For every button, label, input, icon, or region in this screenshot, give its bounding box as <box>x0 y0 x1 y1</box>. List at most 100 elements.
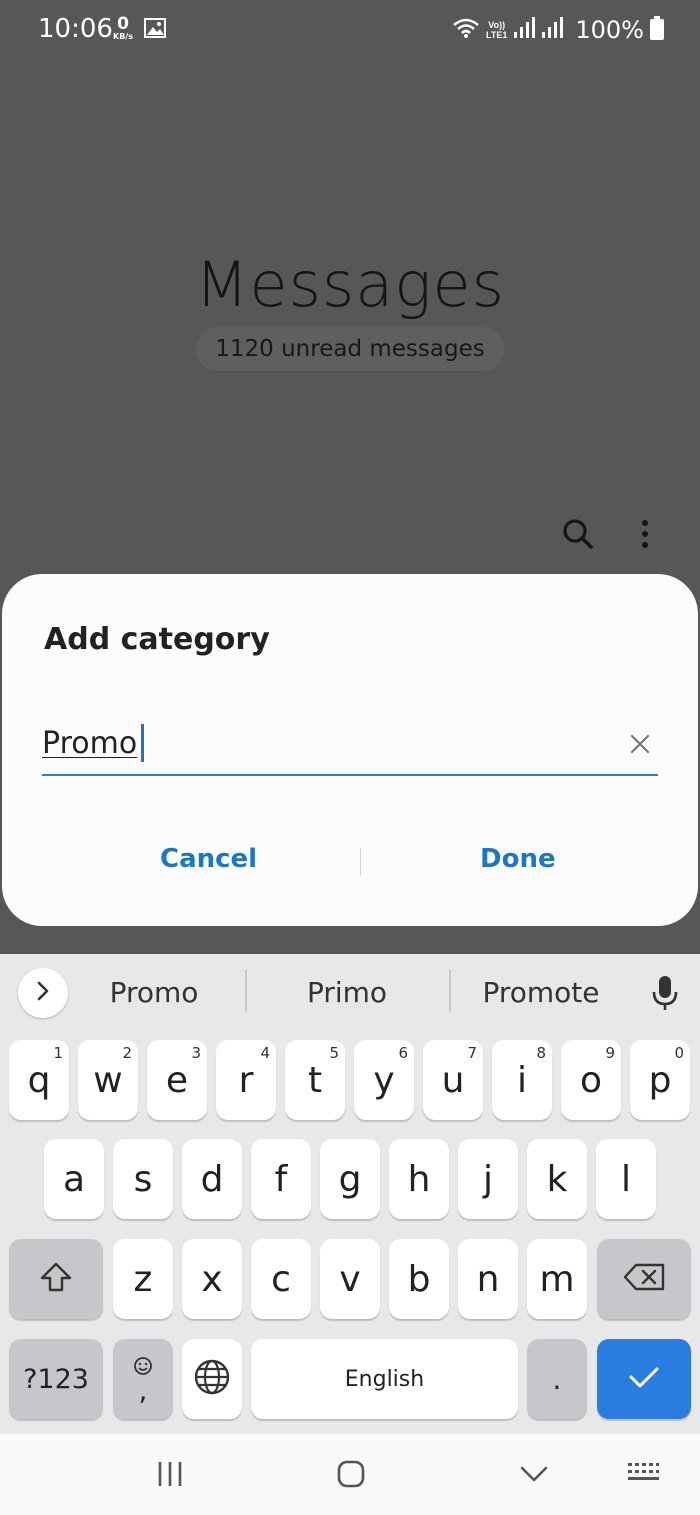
language-key[interactable] <box>182 1339 242 1419</box>
home-icon[interactable] <box>337 1460 365 1493</box>
backspace-key[interactable] <box>597 1239 691 1319</box>
suggestion-item[interactable]: Promote <box>466 976 616 1009</box>
key-k[interactable]: k <box>527 1139 587 1219</box>
key-b[interactable]: b <box>389 1239 449 1319</box>
space-key[interactable]: English <box>251 1339 518 1419</box>
checkmark-icon <box>627 1364 661 1394</box>
suggestion-item[interactable]: Primo <box>276 976 418 1009</box>
globe-icon <box>193 1358 231 1400</box>
key-label: r <box>238 1059 254 1101</box>
key-hint: 8 <box>536 1044 546 1062</box>
key-z[interactable]: z <box>113 1239 173 1319</box>
clear-text-icon[interactable] <box>628 732 652 756</box>
symbols-key[interactable]: ?123 <box>9 1339 103 1419</box>
shift-key[interactable] <box>9 1239 103 1319</box>
suggestion-bar: Promo Primo Promote <box>0 954 700 1032</box>
key-hint: 1 <box>53 1044 63 1062</box>
emoji-comma-key[interactable]: , <box>113 1339 173 1419</box>
text-cursor <box>141 724 144 762</box>
key-y[interactable]: y6 <box>354 1040 414 1120</box>
volte-label: Vo)) <box>488 20 506 30</box>
lte-label: LTE1 <box>486 30 508 40</box>
key-n[interactable]: n <box>458 1239 518 1319</box>
done-button[interactable]: Done <box>480 844 556 874</box>
key-hint: 4 <box>260 1044 270 1062</box>
wifi-icon <box>452 17 480 44</box>
category-name-field[interactable]: Promo <box>42 716 658 776</box>
key-o[interactable]: o9 <box>561 1040 621 1120</box>
suggestion-divider <box>245 970 247 1012</box>
key-m[interactable]: m <box>527 1239 587 1319</box>
key-g[interactable]: g <box>320 1139 380 1219</box>
microphone-icon[interactable] <box>650 974 680 1017</box>
status-bar: 10:06 0 KB/s Vo)) LTE1 100% <box>0 0 700 60</box>
expand-toolbar-button[interactable] <box>18 968 68 1018</box>
key-c[interactable]: c <box>251 1239 311 1319</box>
key-hint: 3 <box>191 1044 201 1062</box>
button-divider <box>360 848 361 876</box>
status-right-icons: Vo)) LTE1 100% <box>446 14 664 46</box>
battery-icon <box>650 15 664 45</box>
app-title: Messages <box>195 248 505 321</box>
key-label: e <box>165 1059 189 1101</box>
key-label: t <box>307 1059 323 1101</box>
key-t[interactable]: t5 <box>285 1040 345 1120</box>
done-key[interactable] <box>597 1339 691 1419</box>
key-e[interactable]: e3 <box>147 1040 207 1120</box>
status-time: 10:06 <box>38 14 113 44</box>
battery-percent: 100% <box>575 16 644 44</box>
suggestion-divider <box>449 970 451 1012</box>
network-speed-value: 0 <box>117 14 129 34</box>
key-v[interactable]: v <box>320 1239 380 1319</box>
suggestion-item[interactable]: Promo <box>84 976 224 1009</box>
cancel-button[interactable]: Cancel <box>160 844 257 874</box>
key-i[interactable]: i8 <box>492 1040 552 1120</box>
key-hint: 0 <box>674 1044 684 1062</box>
key-a[interactable]: a <box>44 1139 104 1219</box>
key-label: u <box>441 1059 465 1101</box>
unread-count-badge: 1120 unread messages <box>196 327 504 371</box>
shift-icon <box>39 1261 73 1297</box>
image-notification-icon <box>144 18 166 43</box>
key-w[interactable]: w2 <box>78 1040 138 1120</box>
category-name-input[interactable]: Promo <box>42 726 137 761</box>
key-hint: 5 <box>329 1044 339 1062</box>
signal-icon-1 <box>513 16 536 45</box>
key-x[interactable]: x <box>182 1239 242 1319</box>
key-r[interactable]: r4 <box>216 1040 276 1120</box>
key-f[interactable]: f <box>251 1139 311 1219</box>
key-j[interactable]: j <box>458 1139 518 1219</box>
category-name-value: Promo <box>42 726 138 761</box>
key-s[interactable]: s <box>113 1139 173 1219</box>
key-h[interactable]: h <box>389 1139 449 1219</box>
key-hint: 9 <box>605 1044 615 1062</box>
comma-label: , <box>138 1374 148 1407</box>
key-label: w <box>93 1059 123 1101</box>
signal-icon-2 <box>541 16 564 45</box>
key-p[interactable]: p0 <box>630 1040 690 1120</box>
more-options-icon[interactable] <box>630 516 660 557</box>
key-u[interactable]: u7 <box>423 1040 483 1120</box>
key-label: q <box>27 1059 51 1101</box>
navigation-bar <box>0 1434 700 1515</box>
key-l[interactable]: l <box>596 1139 656 1219</box>
backspace-icon <box>622 1262 666 1296</box>
period-key[interactable]: . <box>527 1339 587 1419</box>
key-label: i <box>516 1059 527 1101</box>
key-hint: 6 <box>398 1044 408 1062</box>
keyboard: Promo Primo Promote q1 w2 e3 r4 t5 y6 u7… <box>0 954 700 1434</box>
key-hint: 7 <box>467 1044 477 1062</box>
key-label: p <box>648 1059 672 1101</box>
recent-apps-icon[interactable] <box>157 1460 183 1493</box>
back-chevron-down-icon[interactable] <box>519 1460 549 1493</box>
keyboard-hide-icon[interactable] <box>626 1460 660 1493</box>
network-speed-unit: KB/s <box>113 32 133 41</box>
volte-indicator: Vo)) LTE1 <box>486 20 507 40</box>
key-label: o <box>579 1059 603 1101</box>
add-category-dialog: Add category Promo Cancel Done <box>2 574 698 926</box>
search-icon[interactable] <box>560 516 596 557</box>
key-hint: 2 <box>122 1044 132 1062</box>
key-q[interactable]: q1 <box>9 1040 69 1120</box>
dialog-title: Add category <box>44 622 270 657</box>
key-d[interactable]: d <box>182 1139 242 1219</box>
